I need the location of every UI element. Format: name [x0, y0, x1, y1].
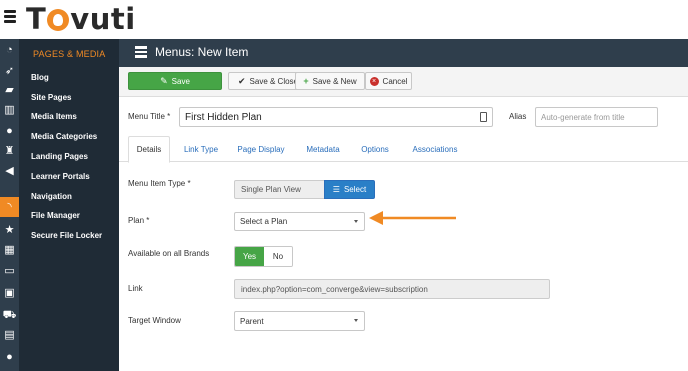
menu-item-type-label: Menu Item Type * [128, 179, 191, 188]
cancel-button[interactable]: × Cancel [365, 72, 412, 90]
check-icon: ✔ [237, 75, 246, 86]
edit-icon: ✎ [160, 75, 168, 86]
tab-link-type[interactable]: Link Type [178, 136, 224, 162]
sidebar-item-landing-pages[interactable]: Landing Pages [31, 152, 88, 161]
menu-item-type-value: Single Plan View [241, 185, 301, 194]
brands-label: Available on all Brands [128, 249, 210, 258]
bar-chart-icon[interactable]: ▥ [3, 104, 16, 117]
rss-icon[interactable]: ◝ [0, 197, 19, 217]
bullhorn-icon[interactable]: ◀ [3, 165, 16, 178]
save-button[interactable]: ✎ Save [128, 72, 222, 90]
chevron-down-icon [354, 319, 358, 322]
alias-input[interactable]: Auto-generate from title [535, 107, 658, 127]
tab-metadata[interactable]: Metadata [300, 136, 346, 162]
alias-placeholder: Auto-generate from title [541, 112, 625, 122]
top-header: Tvuti [0, 0, 688, 39]
menu-item-type-field: Single Plan View [234, 180, 326, 199]
target-window-label: Target Window [128, 316, 181, 325]
save-new-button-label: Save & New [312, 76, 357, 86]
hamburger-menu-icon[interactable] [4, 10, 16, 24]
graduation-cap-icon[interactable]: ▰ [3, 84, 16, 97]
tab-details[interactable]: Details [128, 136, 170, 163]
rocket-icon[interactable]: ➶ [3, 65, 16, 78]
brands-no-button[interactable]: No [264, 247, 292, 266]
tab-bar: Details Link Type Page Display Metadata … [119, 136, 688, 163]
menu-title-value: First Hidden Plan [185, 111, 262, 123]
sidebar-item-media-items[interactable]: Media Items [31, 112, 77, 121]
trophy-icon[interactable]: ♜ [3, 145, 16, 158]
sidebar-item-media-categories[interactable]: Media Categories [31, 132, 97, 141]
copy-icon[interactable] [480, 112, 487, 122]
list-icon [135, 46, 147, 58]
star-icon[interactable]: ★ [3, 224, 16, 237]
clipboard-icon[interactable]: ▤ [3, 329, 16, 342]
plan-select[interactable]: Select a Plan [234, 212, 365, 231]
link-value: index.php?option=com_converge&view=subsc… [241, 284, 428, 294]
comments-icon[interactable]: ● [3, 351, 16, 364]
toolbar: ✎ Save ✔ Save & Close + Save & New × Can… [119, 67, 688, 97]
dashboard-icon[interactable]: ◔ [3, 44, 16, 57]
link-field: index.php?option=com_converge&view=subsc… [234, 279, 550, 299]
tab-page-display[interactable]: Page Display [232, 136, 290, 162]
cancel-icon: × [369, 76, 379, 86]
target-window-value: Parent [240, 316, 264, 326]
brands-yes-button[interactable]: Yes [235, 247, 264, 266]
sidebar-item-blog[interactable]: Blog [31, 73, 49, 82]
chevron-down-icon [354, 220, 358, 223]
link-label: Link [128, 284, 143, 293]
sidebar-item-site-pages[interactable]: Site Pages [31, 93, 71, 102]
credit-card-icon[interactable]: ▭ [3, 265, 16, 278]
icon-rail: ◔ ➶ ▰ ▥ ● ♜ ◀ ◝ ★ ▦ ▭ ▣ ⛟ ▤ ● [0, 39, 19, 371]
save-new-button[interactable]: + Save & New [295, 72, 365, 90]
select-button-label: Select [343, 185, 367, 194]
tab-associations[interactable]: Associations [404, 136, 466, 162]
user-icon[interactable]: ● [3, 125, 16, 138]
save-button-label: Save [171, 76, 190, 86]
tab-options[interactable]: Options [355, 136, 395, 162]
table-icon[interactable]: ▦ [3, 244, 16, 257]
alias-label: Alias [509, 112, 527, 121]
id-card-icon[interactable]: ▣ [3, 287, 16, 300]
target-window-select[interactable]: Parent [234, 311, 365, 331]
menu-title-label: Menu Title * [128, 112, 171, 121]
sidebar-item-navigation[interactable]: Navigation [31, 192, 72, 201]
plus-icon: + [303, 75, 309, 86]
annotation-arrow-icon [369, 211, 456, 225]
sidebar-section-title: PAGES & MEDIA [33, 49, 106, 59]
plan-value: Select a Plan [240, 217, 288, 226]
sidebar-item-learner-portals[interactable]: Learner Portals [31, 172, 90, 181]
page-title: Menus: New Item [155, 45, 249, 59]
brands-toggle: Yes No [234, 246, 293, 267]
sidebar: PAGES & MEDIA Blog Site Pages Media Item… [19, 39, 119, 371]
cancel-button-label: Cancel [382, 76, 408, 86]
sidebar-item-secure-file-locker[interactable]: Secure File Locker [31, 231, 102, 240]
sidebar-item-file-manager[interactable]: File Manager [31, 211, 80, 220]
menu-title-input[interactable]: First Hidden Plan [179, 107, 493, 127]
list-icon: ☰ [332, 185, 340, 194]
tovuti-logo[interactable]: Tvuti [26, 2, 136, 36]
save-close-button-label: Save & Close [249, 76, 298, 86]
cart-icon[interactable]: ⛟ [3, 309, 17, 322]
plan-label: Plan * [128, 216, 150, 225]
page-title-bar: Menus: New Item [119, 39, 688, 67]
select-menu-item-type-button[interactable]: ☰ Select [324, 180, 375, 199]
